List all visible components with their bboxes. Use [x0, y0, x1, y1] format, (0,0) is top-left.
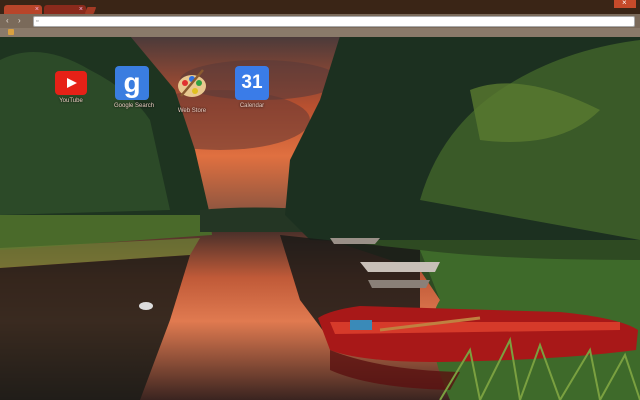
- page-icon: ▫: [36, 18, 39, 25]
- youtube-icon: [55, 71, 87, 95]
- app-label-web-store: Web Store: [177, 108, 207, 114]
- new-tab-button[interactable]: [84, 7, 97, 14]
- calendar-date: 31: [241, 72, 263, 93]
- forward-button[interactable]: ›: [18, 16, 21, 26]
- calendar-icon: 31: [235, 66, 269, 100]
- toolbar: ‹ › ▫: [0, 14, 640, 28]
- app-google-search[interactable]: g Google Search: [114, 66, 155, 109]
- tab-1-close[interactable]: ×: [35, 5, 39, 14]
- apps-shortcut-icon[interactable]: [8, 29, 14, 35]
- tab-2[interactable]: ×: [44, 5, 86, 14]
- app-label-google-search: Google Search: [114, 103, 155, 109]
- back-button[interactable]: ‹: [6, 16, 9, 26]
- window-titlebar: × × ×: [0, 0, 640, 14]
- palette-icon: [178, 69, 206, 97]
- tab-1[interactable]: ×: [4, 5, 42, 14]
- app-label-youtube: YouTube: [59, 98, 83, 104]
- bookmarks-bar: [0, 28, 640, 37]
- google-glyph: g: [123, 67, 141, 98]
- tab-2-close[interactable]: ×: [79, 5, 83, 14]
- google-icon: g: [115, 66, 149, 100]
- app-calendar[interactable]: 31 Calendar: [234, 66, 270, 109]
- app-label-calendar: Calendar: [239, 103, 265, 109]
- omnibox[interactable]: ▫: [33, 16, 635, 27]
- app-youtube[interactable]: YouTube: [53, 66, 89, 104]
- close-icon: ×: [622, 0, 627, 7]
- wallpaper: [0, 36, 640, 400]
- app-web-store[interactable]: Web Store: [174, 66, 210, 114]
- window-close-button[interactable]: ×: [614, 0, 636, 8]
